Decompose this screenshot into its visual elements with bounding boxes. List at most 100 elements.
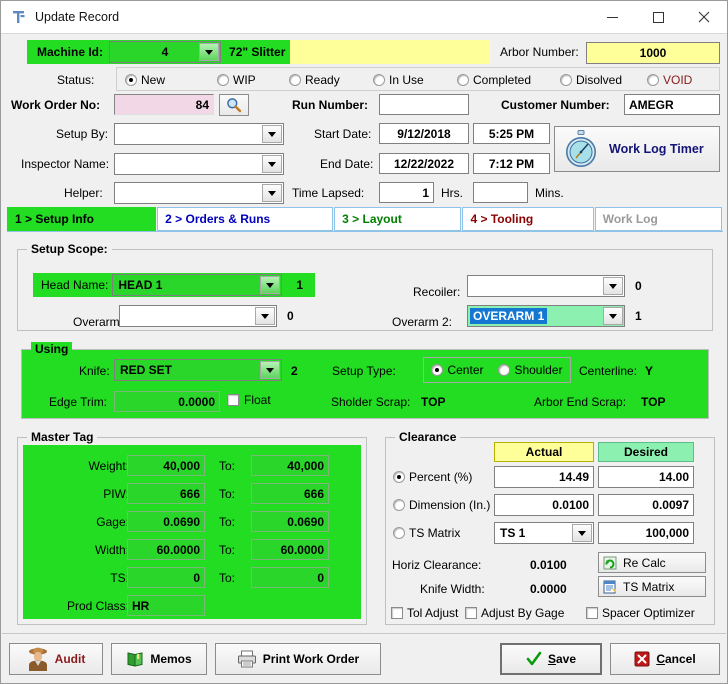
work-order-input[interactable]: 84 (114, 94, 214, 115)
status-label: Status: (57, 73, 95, 87)
chevron-down-icon[interactable] (262, 184, 282, 202)
status-radio-void[interactable]: VOID (647, 73, 692, 87)
clearance-actual-input[interactable]: 0.0100 (494, 494, 594, 516)
status-radio-disolved[interactable]: Disolved (560, 73, 622, 87)
master-tag-value-input[interactable]: 666 (127, 483, 205, 504)
clearance-actual-combo[interactable]: TS 1 (494, 522, 594, 544)
chevron-down-icon[interactable] (572, 524, 592, 542)
helper-combo[interactable] (114, 182, 284, 204)
audit-button[interactable]: Audit (9, 643, 103, 675)
radio-dot[interactable] (647, 74, 659, 86)
checkbox-tol-adjust[interactable]: Tol Adjust (391, 606, 458, 620)
radio-dot[interactable] (560, 74, 572, 86)
setup-type-radio-center[interactable]: Center (431, 363, 484, 377)
radio-dot[interactable] (393, 471, 405, 483)
checkbox-spacer-optimizer[interactable]: Spacer Optimizer (586, 606, 695, 620)
hours-input[interactable]: 1 (379, 182, 434, 203)
arbor-number-field[interactable]: 1000 (586, 42, 720, 64)
checkbox-box[interactable] (391, 607, 403, 619)
tab-2-orders-runs[interactable]: 2 > Orders & Runs (157, 207, 334, 231)
recoiler-combo[interactable] (467, 275, 625, 297)
minimize-button[interactable] (589, 1, 635, 33)
chevron-down-icon[interactable] (262, 125, 282, 143)
radio-dot[interactable] (289, 74, 301, 86)
status-radio-new[interactable]: New (125, 73, 165, 87)
end-time-input[interactable]: 7:12 PM (473, 153, 550, 174)
clearance-actual-input[interactable]: 14.49 (494, 466, 594, 488)
chevron-down-icon[interactable] (199, 43, 220, 61)
checkbox-adjust-by-gage[interactable]: Adjust By Gage (465, 606, 564, 620)
setup-by-combo[interactable] (114, 123, 284, 145)
chevron-down-icon[interactable] (603, 307, 623, 325)
run-number-input[interactable] (379, 94, 469, 115)
machine-id-combo[interactable]: 4 (109, 41, 222, 63)
overarm2-combo[interactable]: OVERARM 1 (467, 305, 625, 327)
close-button[interactable] (681, 1, 727, 33)
start-time-input[interactable]: 5:25 PM (473, 123, 550, 144)
master-tag-to-input[interactable]: 0.0690 (251, 511, 329, 532)
checkbox-box[interactable] (586, 607, 598, 619)
clearance-radio-percent[interactable]: Percent (%) (393, 470, 472, 484)
tab-1-setup-info[interactable]: 1 > Setup Info (7, 207, 157, 231)
radio-dot[interactable] (125, 74, 137, 86)
master-tag-value-input[interactable]: 0 (127, 567, 205, 588)
setup-type-radio-shoulder[interactable]: Shoulder (498, 363, 563, 377)
float-checkbox[interactable]: Float (227, 393, 271, 407)
minutes-input[interactable] (473, 182, 528, 203)
clearance-desired-input[interactable]: 14.00 (598, 466, 694, 488)
status-radio-in-use[interactable]: In Use (373, 73, 424, 87)
master-tag-value-input[interactable]: 0.0690 (127, 511, 205, 532)
edge-trim-input[interactable]: 0.0000 (114, 391, 220, 412)
knife-combo[interactable]: RED SET (114, 359, 282, 381)
master-tag-to-input[interactable]: 666 (251, 483, 329, 504)
checkbox-box[interactable] (227, 394, 239, 406)
radio-dot[interactable] (457, 74, 469, 86)
radio-dot[interactable] (393, 527, 405, 539)
master-tag-to-input[interactable]: 0 (251, 567, 329, 588)
overarm1-combo[interactable] (119, 305, 277, 327)
knife-width-value: 0.0000 (530, 582, 567, 596)
status-radio-completed[interactable]: Completed (457, 73, 531, 87)
chevron-down-icon[interactable] (603, 277, 623, 295)
chevron-down-icon[interactable] (255, 307, 275, 325)
ts-matrix-button[interactable]: TS Matrix (598, 576, 706, 597)
footer-divider (2, 633, 726, 634)
radio-dot[interactable] (393, 499, 405, 511)
master-tag-to-input[interactable]: 60.0000 (251, 539, 329, 560)
header-banner-field[interactable] (290, 40, 490, 64)
work-log-timer-button[interactable]: Work Log Timer (554, 126, 720, 172)
work-order-search-button[interactable] (219, 94, 249, 116)
end-date-input[interactable]: 12/22/2022 (379, 153, 469, 174)
radio-dot[interactable] (373, 74, 385, 86)
inspector-name-combo[interactable] (114, 153, 284, 175)
tab-4-tooling[interactable]: 4 > Tooling (462, 207, 594, 231)
clearance-radio-dimension-in[interactable]: Dimension (In.) (393, 498, 490, 512)
status-radio-ready[interactable]: Ready (289, 73, 340, 87)
clearance-desired-input[interactable]: 100,000 (598, 522, 694, 544)
save-button[interactable]: Save (500, 643, 602, 675)
maximize-button[interactable] (635, 1, 681, 33)
radio-dot[interactable] (498, 364, 511, 376)
chevron-down-icon[interactable] (260, 361, 280, 379)
start-date-input[interactable]: 9/12/2018 (379, 123, 469, 144)
clearance-radio-ts-matrix[interactable]: TS Matrix (393, 526, 460, 540)
customer-number-input[interactable]: AMEGR (624, 94, 720, 115)
print-work-order-button[interactable]: Print Work Order (215, 643, 381, 675)
master-tag-value-input[interactable]: 60.0000 (127, 539, 205, 560)
tab-3-layout[interactable]: 3 > Layout (334, 207, 462, 231)
prod-class-input[interactable]: HR (127, 595, 205, 616)
status-radio-wip[interactable]: WIP (217, 73, 256, 87)
radio-dot[interactable] (431, 364, 444, 376)
head-name-combo[interactable]: HEAD 1 (112, 274, 283, 296)
memos-button[interactable]: Memos (111, 643, 207, 675)
recalc-button[interactable]: Re Calc (598, 552, 706, 573)
cancel-button[interactable]: Cancel (610, 643, 720, 675)
chevron-down-icon[interactable] (260, 276, 281, 294)
checkbox-box[interactable] (465, 607, 477, 619)
clearance-desired-input[interactable]: 0.0097 (598, 494, 694, 516)
master-tag-to-input[interactable]: 40,000 (251, 455, 329, 476)
radio-dot[interactable] (217, 74, 229, 86)
master-tag-value-input[interactable]: 40,000 (127, 455, 205, 476)
tab-work-log[interactable]: Work Log (594, 207, 723, 231)
chevron-down-icon[interactable] (262, 155, 282, 173)
